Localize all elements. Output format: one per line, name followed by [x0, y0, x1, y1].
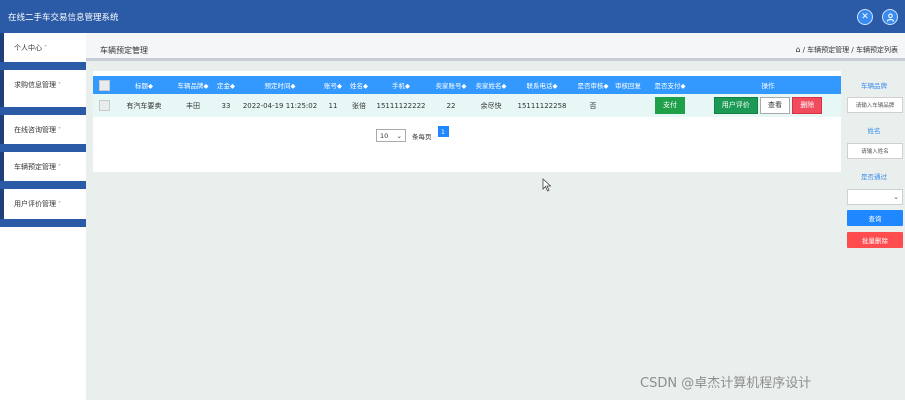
cell-account: 11 — [321, 94, 345, 117]
brand-filter-input[interactable]: 请输入车辆品牌 — [847, 97, 903, 113]
sidebar-item-label: 用户评价管理 ˅ — [14, 200, 61, 208]
sidebar: 个人中心 ˅ 求购信息管理 ˅ 在线咨询管理 ˅ 车辆预定管理 ˅ 用户评价管理 ˅ — [0, 33, 86, 400]
pagination: 10 ⌄ 条每页 1 — [376, 126, 449, 142]
cell-deposit: 33 — [213, 94, 239, 117]
column-header-reply: 审核回复 — [611, 76, 645, 94]
page-header: 车辆预定管理 ⌂ / 车辆预定管理 / 车辆预定列表 — [86, 33, 905, 61]
sidebar-separator — [0, 181, 86, 189]
brand-filter-label: 车辆品牌 — [861, 82, 887, 90]
watermark-text: CSDN @卓杰计算机程序设计 — [640, 376, 812, 391]
cell-time: 2022-04-19 11:25:02 — [239, 94, 321, 117]
row-checkbox[interactable] — [98, 100, 110, 111]
cell-name: 张倍 — [345, 94, 373, 117]
main-content: 车辆预定管理 ⌂ / 车辆预定管理 / 车辆预定列表 标题◆ 车辆品牌◆ 定金◆ … — [86, 33, 905, 400]
batch-delete-button[interactable]: 批量删除 — [847, 232, 903, 248]
column-header-account[interactable]: 账号◆ — [321, 76, 345, 94]
name-filter-input[interactable]: 请输入姓名 — [847, 143, 903, 159]
approved-filter-select[interactable]: ⌄ — [847, 189, 903, 205]
sidebar-separator — [0, 144, 86, 152]
header-select-all — [93, 76, 115, 94]
sidebar-item-label: 个人中心 ˅ — [14, 44, 47, 52]
user-icon[interactable] — [882, 9, 898, 25]
top-bar: 在线二手车交易信息管理系统 ✕ — [0, 0, 905, 33]
cell-seller-account: 22 — [429, 94, 473, 117]
name-filter-label: 姓名 — [867, 127, 881, 135]
cell-phone: 15111122222 — [373, 94, 429, 117]
cell-title: 有汽车要卖 — [115, 94, 173, 117]
tools-icon[interactable]: ✕ — [857, 9, 873, 25]
column-header-seller-account[interactable]: 卖家账号◆ — [429, 76, 473, 94]
column-header-title[interactable]: 标题◆ — [115, 76, 173, 94]
page-number-current[interactable]: 1 — [437, 126, 449, 137]
view-button[interactable]: 查看 — [760, 97, 790, 114]
column-header-brand[interactable]: 车辆品牌◆ — [173, 76, 213, 94]
column-header-paid[interactable]: 是否支付◆ — [645, 76, 695, 94]
chevron-down-icon: ⌄ — [893, 193, 899, 201]
approved-filter-label: 是否通过 — [861, 173, 887, 181]
chevron-down-icon: ˅ — [58, 127, 61, 134]
column-header-deposit[interactable]: 定金◆ — [213, 76, 239, 94]
app-title: 在线二手车交易信息管理系统 — [8, 12, 119, 23]
column-header-seller-name[interactable]: 卖家姓名◆ — [473, 76, 509, 94]
column-header-reviewed[interactable]: 是否审核◆ — [575, 76, 611, 94]
search-panel: 车辆品牌 请输入车辆品牌 姓名 请输入姓名 是否通过 ⌄ 查询 批量删除 — [845, 75, 905, 255]
breadcrumb: ⌂ / 车辆预定管理 / 车辆预定列表 — [795, 45, 898, 54]
sidebar-item-label: 求购信息管理 ˅ — [14, 81, 61, 89]
page-title: 车辆预定管理 — [100, 46, 148, 55]
column-header-name[interactable]: 姓名◆ — [345, 76, 373, 94]
column-header-actions: 操作 — [695, 76, 841, 94]
query-button[interactable]: 查询 — [847, 210, 903, 226]
cell-pay: 支付 — [645, 94, 695, 117]
sidebar-item-label: 车辆预定管理 ˅ — [14, 163, 61, 171]
pay-button[interactable]: 支付 — [655, 97, 685, 114]
home-icon[interactable]: ⌂ — [796, 45, 801, 54]
sidebar-separator — [0, 219, 86, 227]
cell-seller-phone: 15111122258 — [509, 94, 575, 117]
chevron-down-icon: ˅ — [44, 45, 47, 52]
sidebar-item-label: 在线咨询管理 ˅ — [14, 126, 61, 134]
sidebar-separator — [0, 107, 86, 115]
sidebar-separator — [0, 62, 86, 70]
column-header-phone[interactable]: 手机◆ — [373, 76, 429, 94]
table-card: 标题◆ 车辆品牌◆ 定金◆ 预定时间◆ 账号◆ 姓名◆ 手机◆ 卖家账号◆ 卖家… — [93, 71, 841, 172]
column-header-seller-phone[interactable]: 联系电话◆ — [509, 76, 575, 94]
user-glyph — [886, 13, 894, 22]
row-select — [93, 94, 115, 117]
user-review-button[interactable]: 用户评价 — [713, 97, 758, 114]
page-size-select[interactable]: 10 ⌄ — [376, 129, 406, 142]
chevron-down-icon: ˅ — [58, 82, 61, 89]
chevron-down-icon: ⌄ — [396, 131, 402, 140]
cell-actions: 用户评价 查看 删除 — [695, 94, 841, 117]
cell-reviewed: 否 — [575, 94, 611, 117]
delete-button[interactable]: 删除 — [792, 97, 823, 114]
sidebar-item-purchase-info[interactable]: 求购信息管理 ˅ — [0, 70, 86, 107]
chevron-down-icon: ˅ — [58, 164, 61, 171]
column-header-time[interactable]: 预定时间◆ — [239, 76, 321, 94]
table-row: 有汽车要卖 丰田 33 2022-04-19 11:25:02 11 张倍 15… — [93, 94, 841, 117]
sidebar-accent — [0, 70, 4, 107]
cell-seller-name: 余尽快 — [473, 94, 509, 117]
mouse-cursor-icon — [542, 178, 552, 192]
select-all-checkbox[interactable] — [98, 79, 110, 91]
table-header-row: 标题◆ 车辆品牌◆ 定金◆ 预定时间◆ 账号◆ 姓名◆ 手机◆ 卖家账号◆ 卖家… — [93, 76, 841, 94]
per-page-label: 条每页 — [412, 132, 432, 141]
cell-brand: 丰田 — [173, 94, 213, 117]
chevron-down-icon: ˅ — [58, 201, 61, 208]
cell-reply — [611, 94, 645, 117]
booking-table: 标题◆ 车辆品牌◆ 定金◆ 预定时间◆ 账号◆ 姓名◆ 手机◆ 卖家账号◆ 卖家… — [93, 76, 841, 117]
